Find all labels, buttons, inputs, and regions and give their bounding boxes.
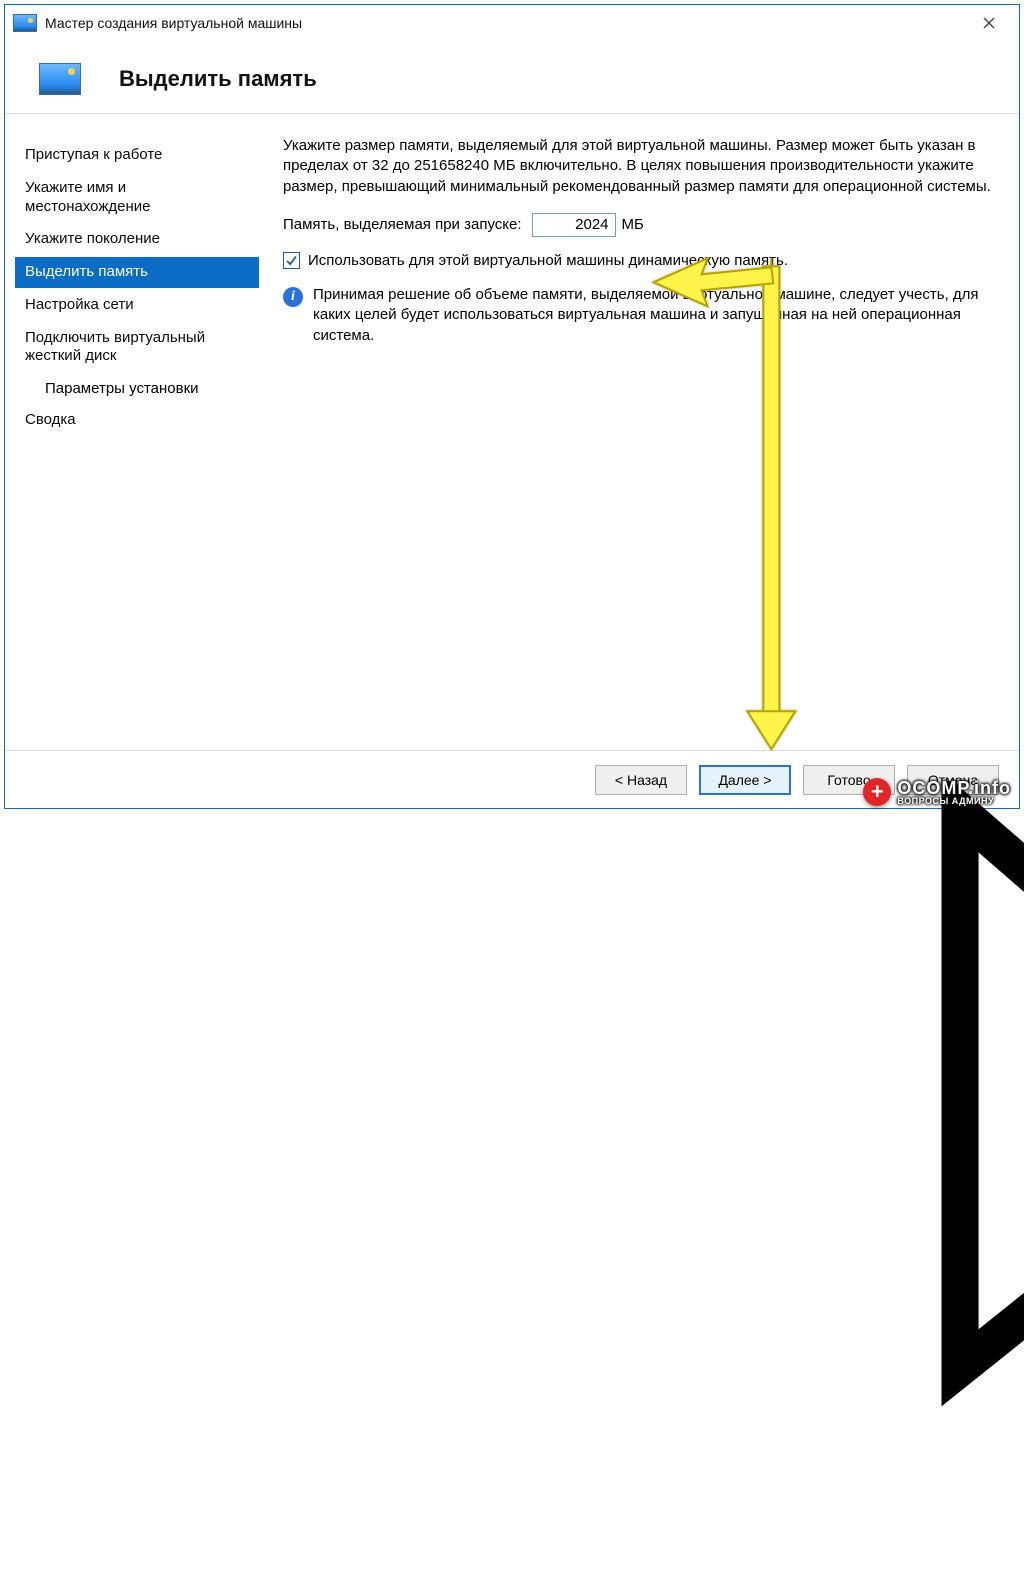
sidebar-step-generation[interactable]: Укажите поколение <box>15 224 259 255</box>
close-button[interactable] <box>967 8 1011 38</box>
dynamic-memory-row: Использовать для этой виртуальной машины… <box>283 251 991 271</box>
titlebar: Мастер создания виртуальной машины <box>5 5 1019 41</box>
vm-icon <box>13 14 37 32</box>
memory-label: Память, выделяемая при запуске: <box>283 215 522 235</box>
body-area: Приступая к работе Укажите имя и местона… <box>5 114 1019 750</box>
wizard-sidebar: Приступая к работе Укажите имя и местона… <box>15 130 259 750</box>
dynamic-memory-checkbox[interactable] <box>283 252 300 269</box>
sidebar-step-network[interactable]: Настройка сети <box>15 290 259 321</box>
window-title: Мастер создания виртуальной машины <box>45 15 967 31</box>
sidebar-step-memory[interactable]: Выделить память <box>15 257 259 288</box>
info-text: Принимая решение об объеме памяти, выдел… <box>313 285 991 346</box>
back-button[interactable]: < Назад <box>595 765 687 795</box>
memory-row: Память, выделяемая при запуске: МБ <box>283 213 991 237</box>
finish-button[interactable]: Готово <box>803 765 895 795</box>
cancel-button[interactable]: Отмена <box>907 765 999 795</box>
footer-buttons: < Назад Далее > Готово Отмена <box>5 750 1019 808</box>
dynamic-memory-label: Использовать для этой виртуальной машины… <box>308 251 788 271</box>
next-button[interactable]: Далее > <box>699 765 791 795</box>
mouse-cursor-icon <box>731 781 1024 1584</box>
page-title: Выделить память <box>119 66 317 92</box>
sidebar-step-name-location[interactable]: Укажите имя и местонахождение <box>15 173 259 223</box>
sidebar-step-install-options[interactable]: Параметры установки <box>15 374 259 403</box>
memory-unit: МБ <box>622 215 644 235</box>
intro-text: Укажите размер памяти, выделяемый для эт… <box>283 136 991 197</box>
sidebar-step-start[interactable]: Приступая к работе <box>15 140 259 171</box>
sidebar-step-vhd[interactable]: Подключить виртуальный жесткий диск <box>15 323 259 373</box>
wizard-window: Мастер создания виртуальной машины Выдел… <box>4 4 1020 809</box>
info-row: i Принимая решение об объеме памяти, выд… <box>283 285 991 346</box>
sidebar-step-summary[interactable]: Сводка <box>15 405 259 436</box>
header-area: Выделить память <box>5 41 1019 114</box>
close-icon <box>983 17 995 29</box>
vm-icon <box>39 63 81 95</box>
memory-input[interactable] <box>532 213 616 237</box>
info-icon: i <box>283 287 303 307</box>
check-icon <box>285 254 298 267</box>
content-area: Укажите размер памяти, выделяемый для эт… <box>259 130 1009 750</box>
